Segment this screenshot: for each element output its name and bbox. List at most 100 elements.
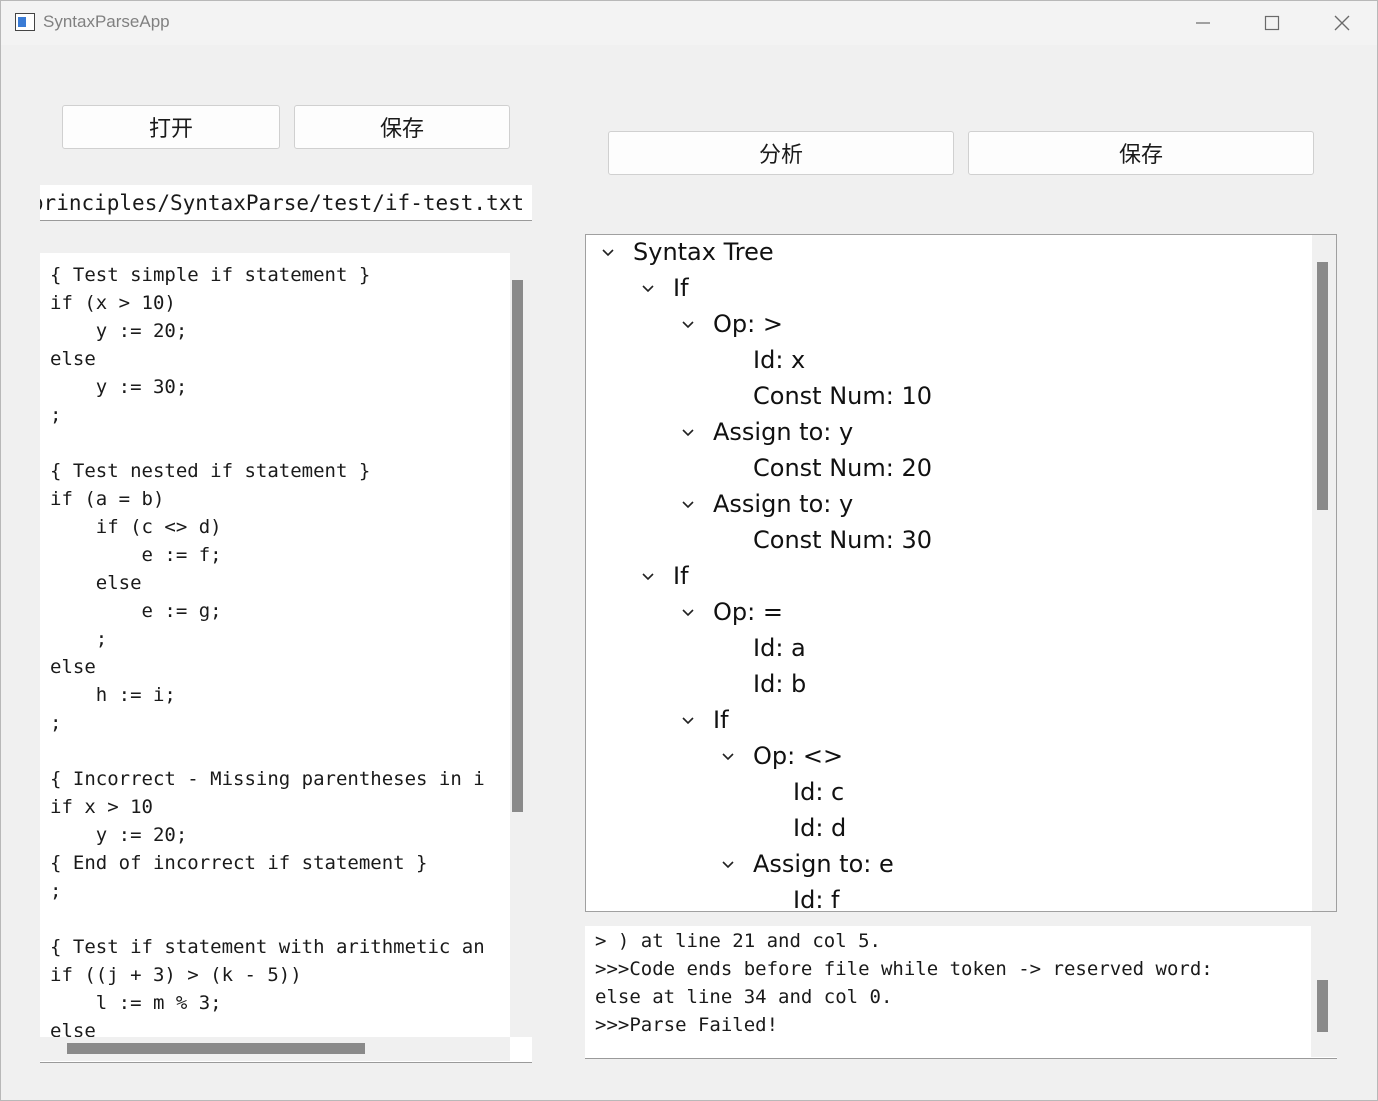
tree-item-label: Id: f (793, 886, 840, 909)
tree-item[interactable]: Assign to: e (586, 849, 1306, 885)
tree-item[interactable]: Assign to: y (586, 489, 1306, 525)
tree-item[interactable]: Id: b (586, 669, 1306, 705)
maximize-icon (1264, 15, 1280, 31)
close-icon (1334, 15, 1350, 31)
tree-item[interactable]: Id: a (586, 633, 1306, 669)
code-line: y := 20; (50, 320, 188, 342)
code-vertical-scrollbar[interactable] (510, 253, 532, 1037)
tree-item-label: Const Num: 20 (753, 454, 932, 482)
code-horizontal-scroll-thumb[interactable] (67, 1043, 365, 1054)
tree-vertical-scroll-thumb[interactable] (1317, 262, 1328, 510)
chevron-down-icon[interactable] (680, 713, 696, 729)
app-window: SyntaxParseApp 打开 保存 分析 保存 compiler_prin… (0, 0, 1378, 1101)
tree-item[interactable]: If (586, 705, 1306, 741)
tree-item-label: Const Num: 10 (753, 382, 932, 410)
window-title: SyntaxParseApp (43, 12, 170, 31)
code-line: if x > 10 (50, 796, 153, 818)
tree-item-label: Op: <> (753, 742, 844, 770)
save-result-button[interactable]: 保存 (968, 131, 1314, 175)
syntax-tree-view[interactable]: Syntax Tree If Op: > Id: x Const Num: 10 Assi… (585, 234, 1337, 912)
open-button[interactable]: 打开 (62, 105, 280, 149)
file-path-field[interactable]: compiler_principles/SyntaxParse/test/if-… (40, 185, 532, 221)
source-code-editor[interactable]: { Test simple if statement } if (x > 10) … (40, 253, 532, 1063)
tree-item[interactable]: Op: > (586, 309, 1306, 345)
tree-item[interactable]: Op: = (586, 597, 1306, 633)
code-line: l := m % 3; (50, 992, 222, 1014)
close-button[interactable] (1308, 1, 1376, 45)
code-line: ; (50, 880, 62, 902)
log-vertical-scroll-thumb[interactable] (1317, 980, 1328, 1032)
chevron-down-icon[interactable] (680, 425, 696, 441)
log-line: else at line 34 and col 0. (595, 986, 893, 1008)
code-line: else (50, 348, 96, 370)
tree-item[interactable]: Id: x (586, 345, 1306, 381)
code-line: if (c <> d) (50, 516, 222, 538)
code-line: ; (50, 712, 62, 734)
minimize-button[interactable] (1169, 1, 1237, 45)
tree-item[interactable]: Id: d (586, 813, 1306, 849)
code-horizontal-scrollbar[interactable] (40, 1037, 510, 1061)
code-line: { Test if statement with arithmetic an (50, 936, 485, 958)
tree-item[interactable]: Id: c (586, 777, 1306, 813)
source-code-text[interactable]: { Test simple if statement } if (x > 10) … (50, 261, 506, 1037)
code-line: ; (50, 628, 108, 650)
tree-item[interactable]: If (586, 561, 1306, 597)
chevron-down-icon[interactable] (640, 281, 656, 297)
chevron-down-icon[interactable] (720, 749, 736, 765)
tree-vertical-scrollbar[interactable] (1312, 235, 1336, 911)
code-line: if ((j + 3) > (k - 5)) (50, 964, 302, 986)
code-line: { End of incorrect if statement } (50, 852, 428, 874)
tree-item[interactable]: Syntax Tree (586, 237, 1306, 273)
chevron-down-icon[interactable] (640, 569, 656, 585)
code-line: else (50, 656, 96, 678)
code-line: h := i; (50, 684, 176, 706)
maximize-button[interactable] (1238, 1, 1306, 45)
chevron-down-icon[interactable] (680, 317, 696, 333)
tree-item-label: Syntax Tree (633, 238, 774, 266)
chevron-down-icon[interactable] (680, 497, 696, 513)
analyze-button[interactable]: 分析 (608, 131, 954, 175)
tree-item-label: Op: = (713, 598, 783, 626)
chevron-down-icon[interactable] (600, 245, 616, 261)
code-line: y := 20; (50, 824, 188, 846)
tree-item[interactable]: Assign to: y (586, 417, 1306, 453)
tree-item[interactable]: Const Num: 10 (586, 381, 1306, 417)
title-bar: SyntaxParseApp (1, 1, 1377, 45)
code-line: { Test nested if statement } (50, 460, 371, 482)
save-source-button[interactable]: 保存 (294, 105, 510, 149)
tree-item-label: Assign to: y (713, 490, 854, 518)
log-vertical-scrollbar[interactable] (1311, 926, 1337, 1057)
tree-item-label: Op: > (713, 310, 783, 338)
log-line: > ) at line 21 and col 5. (595, 930, 881, 952)
code-line: e := g; (50, 600, 222, 622)
chevron-down-icon[interactable] (720, 857, 736, 873)
tree-item-label: Id: x (753, 346, 806, 374)
code-line: { Incorrect - Missing parentheses in i (50, 768, 485, 790)
code-line: e := f; (50, 544, 222, 566)
tree-item[interactable]: Const Num: 30 (586, 525, 1306, 561)
tree-item[interactable]: Const Num: 20 (586, 453, 1306, 489)
syntax-tree-items: Syntax Tree If Op: > Id: x Const Num: 10 Assi… (586, 237, 1310, 909)
parse-log-text: > ) at line 21 and col 5. >>>Code ends be… (595, 927, 1213, 1039)
tree-item[interactable]: Op: <> (586, 741, 1306, 777)
code-line: { Test simple if statement } (50, 264, 371, 286)
tree-item-label: Assign to: e (753, 850, 894, 878)
chevron-down-icon[interactable] (680, 605, 696, 621)
code-vertical-scroll-thumb[interactable] (512, 280, 523, 812)
code-line: if (x > 10) (50, 292, 176, 314)
log-line: >>>Code ends before file while token -> … (595, 958, 1213, 980)
tree-item-label: Const Num: 30 (753, 526, 932, 554)
tree-item-label: Assign to: y (713, 418, 854, 446)
code-line: y := 30; (50, 376, 188, 398)
tree-item[interactable]: Id: f (586, 885, 1306, 909)
code-line: else (50, 1020, 96, 1037)
code-line: ; (50, 404, 62, 426)
tree-item-label: If (673, 562, 689, 590)
code-line: if (a = b) (50, 488, 165, 510)
tree-item[interactable]: If (586, 273, 1306, 309)
parse-log-output[interactable]: > ) at line 21 and col 5. >>>Code ends be… (585, 926, 1337, 1059)
tree-item-label: Id: a (753, 634, 806, 662)
app-window-icon (15, 13, 35, 31)
